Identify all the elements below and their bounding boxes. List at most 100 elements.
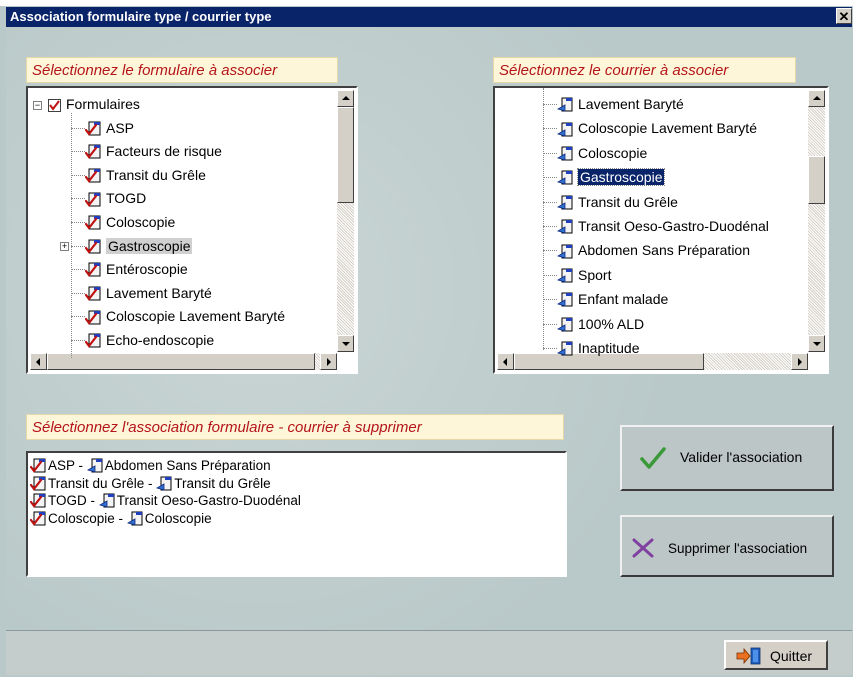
tree-connector [543,274,557,276]
association-form-label: TOGD - [48,493,99,508]
form-item[interactable]: ASP [85,117,134,139]
association-list[interactable]: ASP - Abdomen Sans Préparation Transit du… [26,451,567,577]
form-item[interactable]: Facteurs de risque [85,140,222,162]
form-item-label: Coloscopie Lavement Baryté [106,308,285,325]
scroll-down-button[interactable] [337,335,354,352]
association-item[interactable]: TOGD - Transit Oeso-Gastro-Duodénal [30,492,301,509]
letter-doc-icon [557,195,573,210]
letter-doc-icon [557,122,573,137]
letter-doc-icon [156,476,172,491]
form-tree[interactable]: − Formulaires ASP Facteurs de risque Transit… [26,86,358,374]
letter-doc-icon [557,146,573,161]
tree-connector [71,113,72,358]
form-item[interactable]: Coloscopie [85,211,175,233]
cross-icon [632,538,654,558]
form-tree-hscrollbar[interactable] [30,353,337,370]
exit-door-icon [736,647,761,665]
form-item[interactable]: Lavement Baryté [85,282,212,304]
letter-item[interactable]: Coloscopie Lavement Baryté [557,117,757,139]
letter-doc-icon [557,97,573,112]
tree-connector [543,323,557,325]
association-item[interactable]: ASP - Abdomen Sans Préparation [30,457,271,474]
letter-item-label: Coloscopie [578,144,648,161]
form-doc-icon [30,458,46,474]
tree-connector [71,269,85,271]
form-doc-icon [85,262,101,278]
form-item[interactable]: Gastroscopie [85,235,193,257]
letter-doc-icon [86,458,103,473]
letter-item[interactable]: Lavement Baryté [557,93,684,115]
letter-item[interactable]: 100% ALD [557,313,644,335]
letter-item-label: 100% ALD [578,315,645,332]
letter-doc-icon [98,493,115,508]
letter-item-label: Sport [578,266,612,283]
scroll-thumb[interactable] [337,107,354,203]
letter-tree[interactable]: Lavement Baryté Coloscopie Lavement Baryt… [493,86,829,374]
form-item[interactable]: TOGD [85,187,146,209]
tree-connector [71,340,85,341]
close-icon: ✕ [838,9,850,24]
letter-item-label: Gastroscopie [576,168,666,187]
form-item[interactable]: Coloscopie Lavement Baryté [85,305,285,327]
form-select-label: Sélectionnez le formulaire à associer [26,57,338,83]
form-item-label: Facteurs de risque [106,143,222,160]
form-doc-icon [30,511,46,526]
form-item[interactable]: Echo-endoscopie [85,329,214,351]
letter-doc-icon [557,341,573,356]
form-doc-icon [85,310,101,325]
collapse-icon[interactable]: − [33,100,42,110]
validate-association-button[interactable]: Valider l'association [620,425,834,491]
letter-item-label: Enfant malade [578,291,669,308]
letter-select-label: Sélectionnez le courrier à associer [493,57,796,83]
letter-item[interactable]: Enfant malade [557,288,668,310]
tree-connector [71,198,85,200]
form-doc-icon [30,476,46,491]
close-button[interactable]: ✕ [836,8,852,24]
letter-item[interactable]: Inaptitude [557,337,640,359]
scroll-left-button[interactable] [30,353,47,370]
delete-association-button[interactable]: Supprimer l'association [620,515,834,577]
letter-item[interactable]: Abdomen Sans Préparation [557,239,750,261]
scroll-thumb[interactable] [47,353,315,370]
form-tree-vscrollbar[interactable] [337,90,354,352]
tree-connector [71,222,85,223]
form-item-label: Lavement Baryté [106,284,212,301]
association-form-label: Transit du Grêle - [48,475,157,491]
scroll-right-button[interactable] [320,353,337,370]
tree-root-formulaires[interactable]: − Formulaires [33,93,140,115]
form-item[interactable]: Transit du Grêle [85,164,206,186]
scroll-left-button[interactable] [497,353,514,370]
letter-item[interactable]: Coloscopie [557,142,647,164]
tree-connector [543,348,557,349]
scroll-up-button[interactable] [337,90,354,107]
scroll-down-button[interactable] [808,335,825,352]
letter-item[interactable]: Transit du Grêle [557,191,678,213]
validate-label: Valider l'association [680,449,803,465]
letter-item-label: Transit Oeso-Gastro-Duodénal [578,218,769,234]
association-item[interactable]: Coloscopie - Coloscopie [30,510,212,527]
checkbox-checked-icon[interactable] [48,98,61,112]
form-item-label: Echo-endoscopie [106,332,215,348]
letter-item[interactable]: Transit Oeso-Gastro-Duodénal [557,215,769,237]
title-bar[interactable]: Association formulaire type / courrier t… [6,7,852,27]
form-item[interactable]: Entéroscopie [85,258,188,280]
expand-icon[interactable]: + [60,241,69,251]
letter-tree-vscrollbar[interactable] [808,90,825,352]
tree-connector [71,174,85,176]
quit-button[interactable]: Quitter [724,640,828,670]
letter-item[interactable]: Sport [557,264,611,286]
tree-root-label: Formulaires [66,96,140,112]
scroll-thumb[interactable] [808,156,825,204]
delete-label: Supprimer l'association [668,541,808,556]
letter-item[interactable]: Gastroscopie [557,166,666,188]
form-doc-icon [85,121,101,136]
letter-tree-hscrollbar[interactable] [497,353,808,370]
scroll-right-button[interactable] [791,353,808,370]
form-doc-icon [30,493,46,509]
scroll-up-button[interactable] [808,90,825,107]
letter-item-label: Transit du Grêle [578,193,678,210]
association-item[interactable]: Transit du Grêle - Transit du Grêle [30,475,271,492]
association-form-label: Coloscopie - [48,510,127,526]
tree-connector [543,152,557,154]
checkmark-icon [640,447,666,469]
